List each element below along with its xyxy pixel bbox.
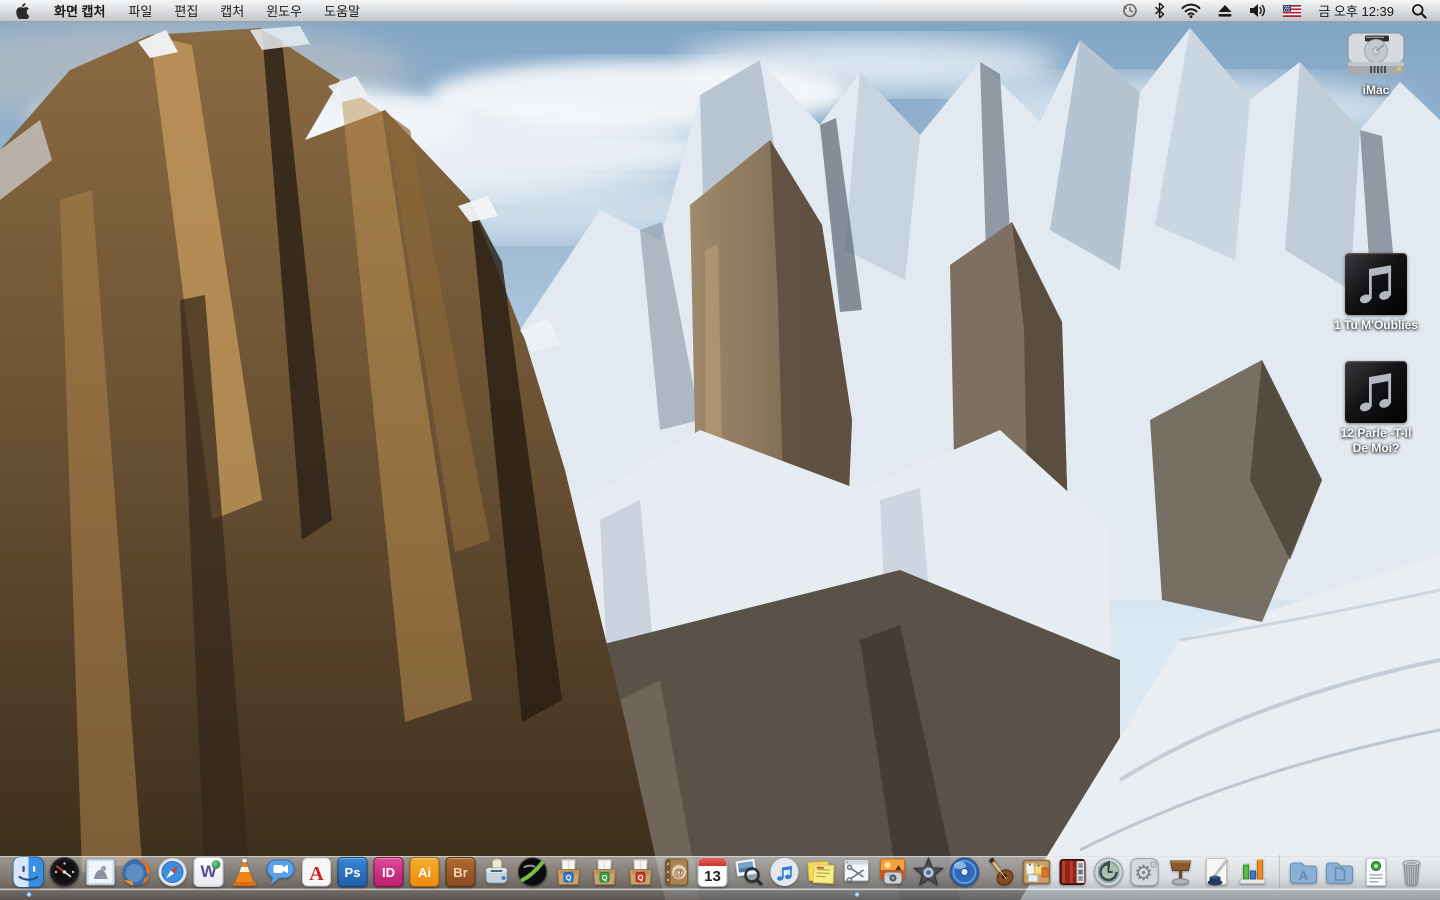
menu-file[interactable]: 파일	[117, 0, 163, 21]
itunes-icon[interactable]	[767, 854, 803, 890]
numbers-icon[interactable]	[1235, 854, 1271, 890]
bluetooth-menu-icon[interactable]	[1147, 0, 1172, 21]
audio-file-icon	[1345, 361, 1407, 423]
desktop-icon-imac-disk[interactable]: iMac	[1306, 30, 1440, 98]
hard-drive-icon	[1343, 30, 1409, 80]
toast-icon[interactable]	[479, 854, 515, 890]
vlc-icon[interactable]	[227, 854, 263, 890]
input-source-us-flag-icon[interactable]	[1276, 0, 1308, 21]
ical-icon[interactable]: 13	[695, 854, 731, 890]
menu-window[interactable]: 윈도우	[255, 0, 313, 21]
documents-folder-icon[interactable]	[1322, 854, 1358, 890]
bridge-icon[interactable]: Br	[443, 854, 479, 890]
mail-icon[interactable]	[83, 854, 119, 890]
menu-clock[interactable]: 금 오후 12:39	[1310, 1, 1402, 20]
svg-text:Q: Q	[566, 873, 572, 882]
firefox-icon[interactable]	[119, 854, 155, 890]
idvd-icon[interactable]	[947, 854, 983, 890]
svg-text:⚙: ⚙	[1149, 860, 1158, 871]
pages-icon[interactable]	[1199, 854, 1235, 890]
desktop-icon-song-2[interactable]: 12 Parle -T-Il De Moi?	[1306, 361, 1440, 456]
svg-text:@: @	[674, 867, 685, 879]
menu-bar: 화면 캡처 파일 편집 캡처 윈도우 도움말	[0, 0, 1440, 22]
menu-capture[interactable]: 캡처	[209, 0, 255, 21]
dock-separator	[1278, 855, 1279, 889]
desktop-icon-label: 12 Parle -T-Il De Moi?	[1341, 426, 1412, 456]
menu-app-name[interactable]: 화면 캡처	[42, 0, 117, 21]
ical-header	[699, 858, 727, 866]
safari-icon[interactable]	[155, 854, 191, 890]
system-preferences-icon[interactable]: ⚙ ⚙	[1127, 854, 1163, 890]
wifi-menu-icon[interactable]	[1174, 0, 1208, 21]
stickies-icon[interactable]	[803, 854, 839, 890]
desktop-icon-label: 1 Tu M'Oublies	[1334, 318, 1418, 333]
eject-menu-icon[interactable]	[1210, 0, 1240, 21]
illustrator-icon[interactable]: Ai	[407, 854, 443, 890]
spotlight-icon[interactable]	[1404, 0, 1434, 21]
apple-menu[interactable]	[0, 0, 42, 21]
desktop[interactable]: 화면 캡처 파일 편집 캡처 윈도우 도움말	[0, 0, 1440, 900]
audio-file-icon	[1345, 253, 1407, 315]
keynote-icon[interactable]	[1163, 854, 1199, 890]
apple-logo-icon	[16, 3, 30, 19]
dock: W	[0, 852, 1440, 900]
package-q-green-icon[interactable]: Q	[587, 854, 623, 890]
applications-folder-icon[interactable]: A	[1286, 854, 1322, 890]
address-book-icon[interactable]: @	[659, 854, 695, 890]
desktop-icon-song-1[interactable]: 1 Tu M'Oublies	[1306, 253, 1440, 333]
trash-icon[interactable]	[1394, 854, 1430, 890]
grab-icon[interactable]	[839, 854, 875, 890]
svg-text:Q: Q	[638, 873, 644, 882]
time-machine-menu-icon[interactable]	[1114, 0, 1145, 21]
acrobat-icon[interactable]: A	[299, 854, 335, 890]
garageband-icon[interactable]	[983, 854, 1019, 890]
wallpaper-image	[0, 0, 1440, 900]
volume-menu-icon[interactable]	[1242, 0, 1274, 21]
package-q-red-icon[interactable]: Q	[623, 854, 659, 890]
package-q-blue-icon[interactable]: Q	[551, 854, 587, 890]
menu-help[interactable]: 도움말	[313, 0, 371, 21]
svg-text:Q: Q	[602, 873, 608, 882]
svg-text:A: A	[1299, 868, 1309, 883]
dashboard-icon[interactable]	[47, 854, 83, 890]
imovie-icon[interactable]	[911, 854, 947, 890]
preview-icon[interactable]	[731, 854, 767, 890]
time-machine-icon[interactable]	[1091, 854, 1127, 890]
corkboard-app-icon[interactable]	[1019, 854, 1055, 890]
ichat-icon[interactable]	[263, 854, 299, 890]
photo-booth-icon[interactable]	[1055, 854, 1091, 890]
indesign-icon[interactable]: ID	[371, 854, 407, 890]
globe-icon	[212, 860, 221, 869]
finder-icon[interactable]	[11, 854, 47, 890]
menu-edit[interactable]: 편집	[163, 0, 209, 21]
document-stack-icon[interactable]	[1358, 854, 1394, 890]
photoshop-icon[interactable]: Ps	[335, 854, 371, 890]
desktop-icon-label: iMac	[1363, 83, 1390, 98]
quarkxpress-icon[interactable]	[515, 854, 551, 890]
svg-text:A: A	[309, 863, 324, 885]
iphoto-icon[interactable]	[875, 854, 911, 890]
w-globe-app-icon[interactable]: W	[191, 854, 227, 890]
